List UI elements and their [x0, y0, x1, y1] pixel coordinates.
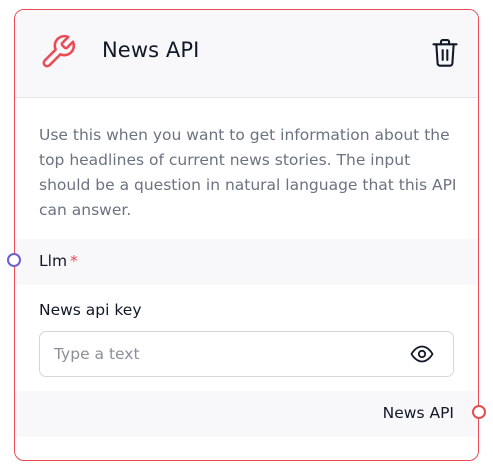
node-title: News API	[102, 38, 200, 62]
output-handle[interactable]	[472, 405, 486, 419]
llm-label: Llm *	[39, 252, 78, 270]
trash-icon[interactable]	[431, 38, 459, 68]
output-row: News API	[15, 391, 478, 437]
llm-label-text: Llm	[39, 252, 68, 270]
node-header: News API	[15, 10, 478, 98]
api-key-field: News api key	[15, 285, 478, 389]
api-key-input[interactable]	[54, 332, 394, 376]
wrench-icon	[39, 33, 77, 71]
tool-node-card[interactable]: News API Use this when you want to get i…	[14, 9, 479, 461]
output-label: News API	[382, 404, 454, 422]
required-marker: *	[70, 252, 78, 270]
node-description: Use this when you want to get informatio…	[39, 126, 457, 219]
llm-field-row: Llm *	[15, 239, 478, 285]
api-key-input-box[interactable]	[39, 331, 454, 377]
llm-input-handle[interactable]	[7, 253, 21, 267]
eye-icon[interactable]	[410, 344, 434, 364]
api-key-label: News api key	[39, 301, 142, 319]
